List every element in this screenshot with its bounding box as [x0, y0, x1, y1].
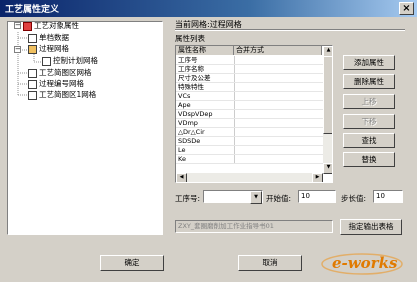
scroll-thumb[interactable]	[323, 56, 332, 134]
scroll-left-arrow[interactable]: ◀	[176, 173, 187, 182]
tree-item-process-grid[interactable]: 过程网格	[28, 43, 69, 54]
table-row[interactable]: △Dr△Cir	[176, 128, 328, 137]
e-works-watermark-logo: e-works	[320, 248, 412, 278]
tree-item-label: 控制计划网格	[53, 56, 98, 65]
template-path-text: ZXY_套圈磨削加工作业指导书01	[178, 222, 274, 230]
delete-property-button[interactable]: 删除属性	[343, 74, 395, 89]
step-select[interactable]: ▼	[203, 190, 263, 204]
merge-mode-cell[interactable]	[234, 128, 236, 136]
tree-item-label: 工艺对象属性	[34, 21, 79, 30]
tree-collapse-toggle-process[interactable]: −	[14, 46, 21, 53]
grid-icon	[28, 68, 37, 78]
window-title: 工艺属性定义	[5, 5, 60, 15]
move-down-button[interactable]: 下移	[343, 114, 395, 129]
property-name-cell: Le	[178, 146, 186, 154]
grid-icon	[28, 79, 37, 89]
close-button[interactable]: ×	[399, 2, 414, 15]
column-header-merge[interactable]: 合并方式	[234, 46, 322, 55]
tree-item-label: 工艺简图区1网格	[39, 90, 97, 99]
tree-item-label: 过程编号网格	[39, 79, 84, 88]
list-title: 属性列表	[175, 34, 205, 43]
tree-item-sketch-grid[interactable]: 工艺简图区网格	[28, 67, 92, 78]
tree-item-single-data[interactable]: 单档数据	[28, 32, 69, 43]
add-property-button[interactable]: 添加属性	[343, 55, 395, 70]
grid-icon	[28, 90, 37, 100]
scroll-right-arrow[interactable]: ▶	[312, 173, 323, 182]
table-row[interactable]: VCs	[176, 92, 328, 101]
tree-item-control-plan-grid[interactable]: 控制计划网格	[42, 55, 98, 66]
property-name-cell: 尺寸及公差	[178, 74, 211, 82]
chevron-down-icon[interactable]: ▼	[250, 191, 262, 204]
property-name-cell: VDspVDep	[178, 110, 213, 118]
folder-icon	[23, 21, 32, 31]
table-row[interactable]: VDmp	[176, 119, 328, 128]
ok-button[interactable]: 确定	[100, 255, 164, 271]
merge-mode-cell[interactable]	[234, 56, 236, 64]
step-label: 工序号:	[175, 194, 201, 203]
merge-mode-cell[interactable]	[234, 155, 236, 163]
start-value-label: 开始值:	[266, 194, 292, 203]
tree-item-sketch1-grid[interactable]: 工艺简图区1网格	[28, 89, 96, 100]
tree-panel[interactable]: − 工艺对象属性 单档数据 − 过程网格 控制计划网格 工艺简图区网格 过程编号…	[7, 21, 163, 235]
merge-mode-cell[interactable]	[234, 65, 236, 73]
table-row[interactable]: Le	[176, 146, 328, 155]
horizontal-scrollbar[interactable]: ◀ ▶	[176, 173, 323, 182]
property-name-cell: SDSDe	[178, 137, 201, 145]
grid-icon	[28, 44, 37, 54]
merge-mode-cell[interactable]	[234, 101, 236, 109]
table-row[interactable]: 工序号	[176, 56, 328, 65]
table-row[interactable]: Ape	[176, 101, 328, 110]
grid-icon	[42, 56, 51, 66]
table-row[interactable]: SDSDe	[176, 137, 328, 146]
merge-mode-cell[interactable]	[234, 110, 236, 118]
find-button[interactable]: 查找	[343, 133, 395, 148]
table-row[interactable]: 工序名称	[176, 65, 328, 74]
tree-item-process-number-grid[interactable]: 过程编号网格	[28, 78, 84, 89]
tree-collapse-toggle-root[interactable]: −	[14, 22, 21, 29]
table-row[interactable]: VDspVDep	[176, 110, 328, 119]
table-row[interactable]: 尺寸及公差	[176, 74, 328, 83]
property-name-cell: △Dr△Cir	[178, 128, 205, 136]
step-size-text: 10	[376, 192, 385, 200]
template-path-field[interactable]: ZXY_套圈磨削加工作业指导书01	[175, 220, 333, 233]
tree-item-label: 工艺简图区网格	[39, 68, 92, 77]
grid-icon	[28, 33, 37, 43]
scroll-down-arrow[interactable]: ▼	[323, 163, 332, 174]
replace-button[interactable]: 替换	[343, 152, 395, 167]
merge-mode-cell[interactable]	[234, 92, 236, 100]
merge-mode-cell[interactable]	[234, 137, 236, 145]
property-name-cell: 特殊特性	[178, 83, 204, 91]
property-name-cell: 工序号	[178, 56, 198, 64]
start-value-text: 10	[301, 192, 310, 200]
property-name-cell: 工序名称	[178, 65, 204, 73]
merge-mode-cell[interactable]	[234, 119, 236, 127]
step-size-label: 步长值:	[341, 194, 367, 203]
export-table-button[interactable]: 指定输出表格	[340, 219, 402, 235]
tree-item-root[interactable]: 工艺对象属性	[23, 20, 79, 31]
cancel-button[interactable]: 取消	[238, 255, 302, 271]
breadcrumb-divider	[175, 29, 405, 31]
property-list[interactable]: 属性名称 合并方式 工序号 工序名称 尺寸及公差 特殊特性 VCs Ape VDspVDep…	[175, 45, 333, 183]
move-up-button[interactable]: 上移	[343, 94, 395, 109]
table-row[interactable]: Ke	[176, 155, 328, 164]
watermark-text: e-works	[332, 254, 398, 272]
column-header-name[interactable]: 属性名称	[176, 46, 234, 55]
merge-mode-cell[interactable]	[234, 83, 236, 91]
property-name-cell: VCs	[178, 92, 191, 100]
step-size-input[interactable]: 10	[373, 190, 403, 203]
start-value-input[interactable]: 10	[298, 190, 336, 203]
property-name-cell: VDmp	[178, 119, 198, 127]
merge-mode-cell[interactable]	[234, 74, 236, 82]
tree-item-label: 过程网格	[39, 44, 69, 53]
table-row[interactable]: 特殊特性	[176, 83, 328, 92]
window-titlebar: 工艺属性定义	[0, 0, 417, 17]
tree-item-label: 单档数据	[39, 33, 69, 42]
property-name-cell: Ape	[178, 101, 191, 109]
property-name-cell: Ke	[178, 155, 186, 163]
vertical-scrollbar[interactable]: ▲ ▼	[323, 46, 332, 174]
merge-mode-cell[interactable]	[234, 146, 236, 154]
